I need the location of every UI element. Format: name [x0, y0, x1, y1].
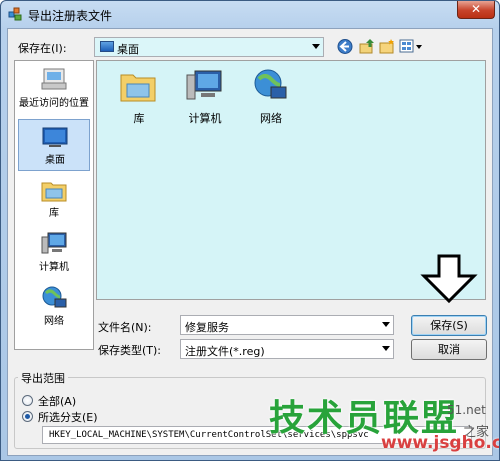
- watermark-url: www.jsgho.com: [381, 433, 499, 453]
- place-label: 库: [49, 208, 59, 219]
- place-label: 桌面: [45, 155, 65, 166]
- filetype-value: 注册文件(*.reg): [185, 345, 265, 358]
- filetype-label: 保存类型(T):: [98, 344, 162, 357]
- file-item-label: 库: [133, 112, 145, 125]
- registry-app-icon: [8, 7, 22, 21]
- up-folder-icon[interactable]: [358, 38, 376, 55]
- radio-selected-branch-label: 所选分支(E): [38, 411, 98, 424]
- export-registry-dialog: 导出注册表文件 ✕ 保存在(I): 桌面 最近访问的位置 桌面 库 计算机 网络…: [0, 0, 500, 461]
- view-menu-icon[interactable]: [398, 38, 424, 55]
- libraries-folder-icon: [41, 182, 67, 202]
- filetype-select[interactable]: 注册文件(*.reg): [180, 339, 394, 359]
- save-button[interactable]: 保存(S): [411, 315, 487, 336]
- computer-icon: [186, 70, 222, 100]
- watermark-side1: 51.net: [447, 403, 486, 417]
- new-folder-icon[interactable]: [378, 38, 396, 55]
- title-bar[interactable]: 导出注册表文件 ✕: [1, 1, 499, 27]
- file-item-label: 网络: [260, 112, 282, 125]
- window-title: 导出注册表文件: [28, 9, 113, 23]
- file-item-network[interactable]: 网络: [239, 67, 299, 131]
- recent-places-icon: [41, 68, 67, 90]
- filename-value: 修复服务: [185, 321, 229, 334]
- radio-selected-branch[interactable]: [22, 411, 33, 422]
- computer-icon: [41, 232, 67, 254]
- place-computer[interactable]: 计算机: [18, 227, 90, 279]
- save-in-value: 桌面: [117, 43, 139, 56]
- filename-label: 文件名(N):: [98, 321, 152, 334]
- close-button[interactable]: ✕: [457, 1, 495, 19]
- desktop-icon: [42, 127, 68, 147]
- chevron-down-icon: [382, 322, 390, 327]
- cancel-button[interactable]: 取消: [411, 339, 487, 360]
- libraries-folder-icon: [120, 74, 156, 102]
- file-item-computer[interactable]: 计算机: [173, 67, 233, 131]
- desktop-icon: [100, 41, 114, 52]
- filename-input[interactable]: 修复服务: [180, 315, 394, 335]
- place-recent[interactable]: 最近访问的位置: [18, 63, 90, 115]
- file-item-label: 计算机: [188, 112, 222, 125]
- chevron-down-icon: [312, 44, 320, 49]
- file-item-libraries[interactable]: 库: [107, 67, 167, 131]
- arrow-down-icon: [420, 254, 478, 304]
- network-icon: [254, 69, 287, 99]
- place-label: 最近访问的位置: [19, 98, 89, 109]
- save-in-label: 保存在(I):: [18, 42, 67, 55]
- export-range-title: 导出范围: [18, 370, 68, 386]
- save-in-dropdown[interactable]: 桌面: [94, 37, 324, 57]
- radio-all-label: 全部(A): [38, 395, 77, 408]
- place-label: 计算机: [39, 262, 69, 273]
- network-icon: [42, 286, 67, 308]
- place-desktop[interactable]: 桌面: [18, 119, 90, 171]
- place-label: 网络: [44, 316, 64, 327]
- place-libraries[interactable]: 库: [18, 173, 90, 225]
- radio-all[interactable]: [22, 395, 33, 406]
- place-network[interactable]: 网络: [18, 281, 90, 333]
- back-icon[interactable]: [336, 38, 354, 55]
- places-bar: 最近访问的位置 桌面 库 计算机 网络: [14, 60, 94, 350]
- chevron-down-icon: [382, 346, 390, 351]
